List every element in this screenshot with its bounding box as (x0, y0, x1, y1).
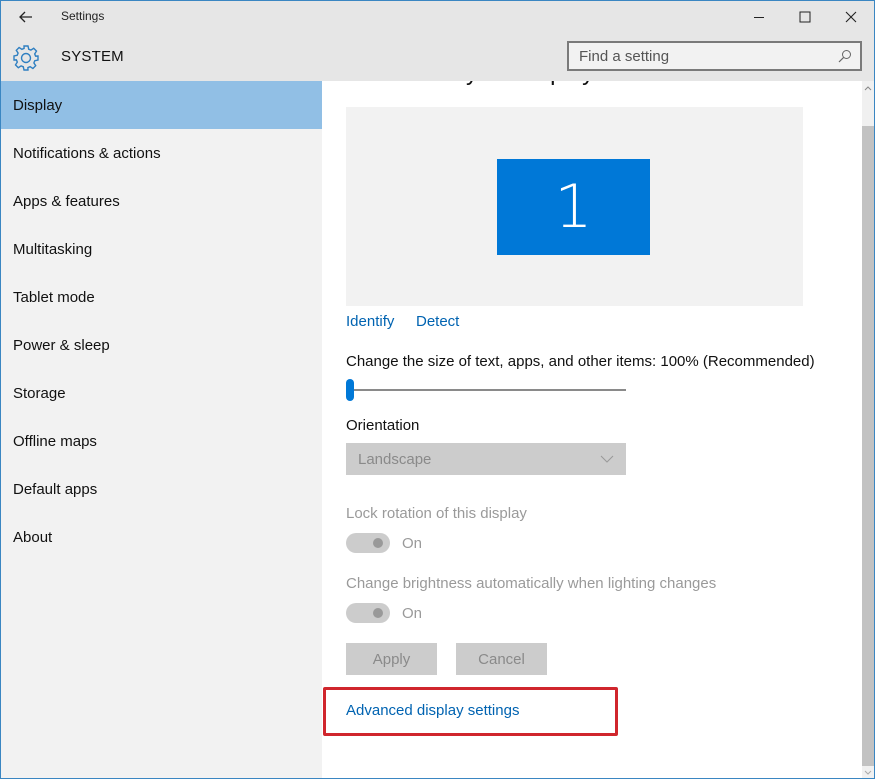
settings-window: Settings SYSTEM Display Notifications & … (0, 0, 875, 779)
section-title: SYSTEM (61, 48, 124, 65)
monitor-1-tile[interactable]: 1 (497, 159, 650, 255)
sidebar-item-storage[interactable]: Storage (1, 369, 322, 417)
window-title: Settings (61, 9, 105, 23)
back-arrow-icon (19, 11, 32, 23)
scrollbar[interactable] (862, 81, 874, 778)
maximize-button[interactable] (782, 1, 828, 33)
brightness-toggle[interactable] (346, 603, 390, 623)
orientation-label: Orientation (346, 417, 420, 434)
sidebar-item-label: Storage (13, 384, 66, 402)
close-button[interactable] (828, 1, 874, 33)
minimize-icon (754, 17, 764, 18)
sidebar-item-apps-features[interactable]: Apps & features (1, 177, 322, 225)
page-title: Customize your display (346, 81, 594, 87)
slider-track (350, 389, 626, 391)
toggle-knob (373, 608, 383, 618)
sidebar-item-label: Power & sleep (13, 336, 110, 354)
maximize-icon (799, 11, 811, 23)
identify-link[interactable]: Identify (346, 313, 394, 330)
sidebar-item-label: Apps & features (13, 192, 120, 210)
lock-rotation-label: Lock rotation of this display (346, 505, 527, 522)
scale-label: Change the size of text, apps, and other… (346, 353, 815, 370)
back-button[interactable] (11, 5, 41, 29)
scale-slider[interactable] (346, 378, 626, 402)
sidebar-item-multitasking[interactable]: Multitasking (1, 225, 322, 273)
sidebar-item-label: Offline maps (13, 432, 97, 450)
slider-thumb[interactable] (346, 379, 354, 401)
sidebar-item-tablet-mode[interactable]: Tablet mode (1, 273, 322, 321)
sidebar-item-label: Default apps (13, 480, 98, 498)
advanced-display-settings-link[interactable]: Advanced display settings (346, 702, 519, 719)
sidebar-item-display[interactable]: Display (1, 81, 322, 129)
search-box[interactable] (567, 41, 862, 71)
sidebar-item-notifications[interactable]: Notifications & actions (1, 129, 322, 177)
apply-button[interactable]: Apply (346, 643, 437, 675)
sidebar-item-label: Notifications & actions (13, 144, 161, 162)
scroll-thumb[interactable] (862, 126, 874, 766)
sidebar-item-label: About (13, 528, 53, 546)
gear-icon (13, 45, 39, 71)
lock-rotation-state: On (402, 534, 423, 552)
scroll-up-button[interactable] (862, 81, 874, 95)
orientation-value: Landscape (358, 450, 432, 468)
close-icon (845, 11, 857, 23)
sidebar-item-power-sleep[interactable]: Power & sleep (1, 321, 322, 369)
sidebar-item-offline-maps[interactable]: Offline maps (1, 417, 322, 465)
sidebar: Display Notifications & actions Apps & f… (1, 81, 322, 778)
cancel-button[interactable]: Cancel (456, 643, 547, 675)
search-icon[interactable] (833, 44, 857, 68)
sidebar-item-label: Multitasking (13, 240, 93, 258)
display-arrangement-area: 1 (346, 107, 803, 306)
scroll-down-button[interactable] (862, 765, 874, 778)
chevron-up-icon (864, 85, 872, 90)
search-input[interactable] (569, 47, 833, 65)
content-pane: Customize your display 1 Identify Detect… (322, 81, 862, 778)
sidebar-item-about[interactable]: About (1, 513, 322, 561)
toggle-knob (373, 538, 383, 548)
chevron-down-icon (864, 770, 872, 775)
brightness-state: On (402, 604, 423, 622)
chevron-down-icon (600, 455, 614, 463)
lock-rotation-toggle-row: On (346, 533, 422, 553)
settings-header: SYSTEM (1, 33, 874, 81)
lock-rotation-toggle[interactable] (346, 533, 390, 553)
detect-link[interactable]: Detect (416, 313, 459, 330)
sidebar-item-default-apps[interactable]: Default apps (1, 465, 322, 513)
title-bar: Settings (1, 1, 874, 33)
sidebar-item-label: Display (13, 96, 63, 114)
sidebar-item-label: Tablet mode (13, 288, 95, 306)
orientation-dropdown[interactable]: Landscape (346, 443, 626, 475)
brightness-label: Change brightness automatically when lig… (346, 575, 717, 592)
brightness-toggle-row: On (346, 603, 422, 623)
minimize-button[interactable] (736, 1, 782, 33)
